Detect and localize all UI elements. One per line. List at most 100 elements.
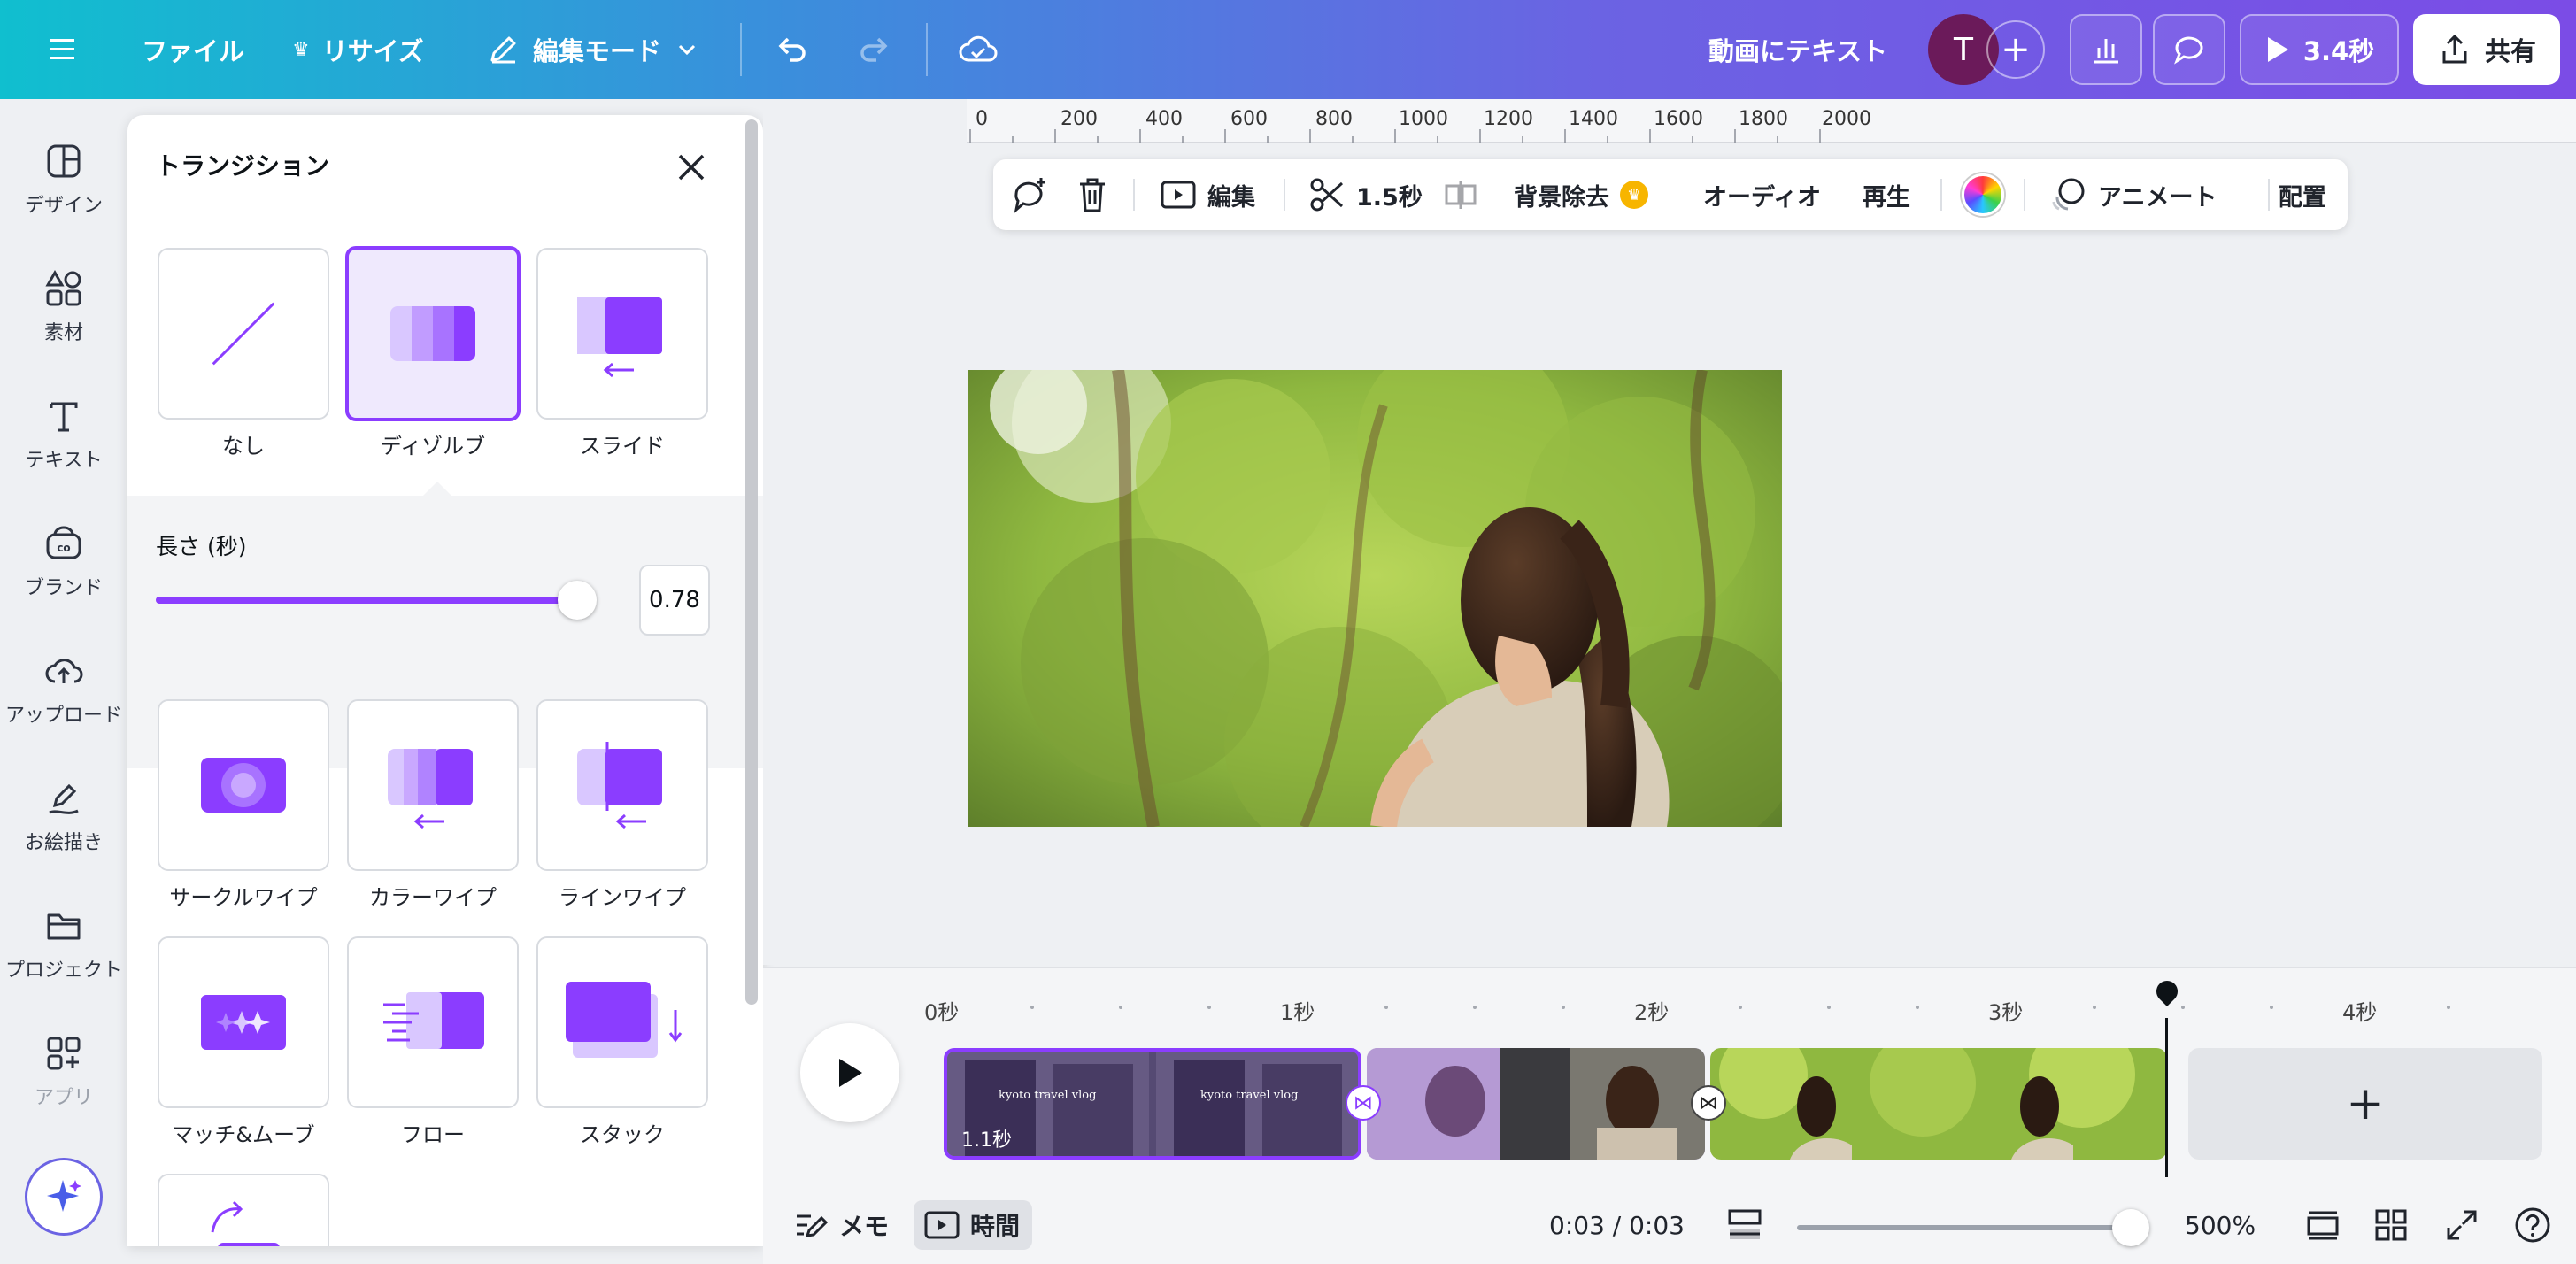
color-adjust-icon[interactable]: [1962, 159, 2004, 230]
crown-icon: ♛: [292, 38, 310, 61]
nav-apps[interactable]: アプリ: [0, 1034, 127, 1149]
transition-none-tile[interactable]: [158, 248, 329, 420]
apps-icon: [47, 1037, 81, 1070]
resize-button[interactable]: ♛ リサイズ: [292, 0, 424, 99]
nav-draw[interactable]: お絵描き: [0, 779, 127, 894]
transition-color-wipe-tile[interactable]: [347, 699, 519, 871]
timeline-clip[interactable]: kyoto travel vlog kyoto travel vlog 1.1秒: [944, 1048, 1361, 1160]
timeline-clip[interactable]: [1710, 1048, 2167, 1160]
edit-video-button[interactable]: 編集: [1160, 159, 1255, 230]
nav-design[interactable]: デザイン: [0, 142, 127, 257]
separator: [1133, 179, 1135, 211]
close-icon[interactable]: [669, 145, 713, 189]
nav-brand[interactable]: co ブランド: [0, 524, 127, 639]
duration-value-input[interactable]: 0.78: [639, 565, 710, 636]
nav-elements[interactable]: 素材: [0, 269, 127, 384]
document-title[interactable]: 動画にテキスト: [1708, 0, 1887, 99]
nav-label: ブランド: [24, 577, 103, 599]
transition-marker-icon[interactable]: ⋈: [1691, 1085, 1726, 1121]
timeline-tick: 3秒: [1988, 1000, 2024, 1025]
play-preview-button[interactable]: 3.4秒: [2240, 14, 2399, 85]
animate-button[interactable]: アニメート: [2048, 159, 2217, 230]
redo-icon[interactable]: [855, 0, 894, 99]
top-bar: ファイル ♛ リサイズ 編集モード 動画にテキスト T + 3.4秒 共有: [0, 0, 2576, 99]
audio-button[interactable]: オーディオ: [1703, 159, 1821, 230]
dissolve-icon: [390, 306, 475, 361]
chevron-down-icon: [678, 44, 696, 56]
tile-label: スタック: [580, 1122, 665, 1147]
animate-icon: [2052, 178, 2085, 211]
tile-label: スライド: [580, 434, 665, 459]
magic-sparkle-button[interactable]: [25, 1158, 103, 1236]
undo-icon[interactable]: [772, 0, 811, 99]
transition-flow-tile[interactable]: [347, 936, 519, 1108]
clip-overlay-text: kyoto travel vlog: [999, 1089, 1097, 1102]
trim-duration-button[interactable]: 1.5秒: [1308, 159, 1423, 230]
grid-view-icon[interactable]: [2374, 1186, 2408, 1264]
video-frame[interactable]: [968, 370, 1782, 827]
nav-label: 素材: [43, 322, 83, 344]
timeline-clip[interactable]: [1367, 1048, 1705, 1160]
transition-dissolve-tile[interactable]: [345, 246, 521, 421]
transition-stack-tile[interactable]: [536, 936, 708, 1108]
zoom-slider-knob[interactable]: [2112, 1209, 2149, 1246]
insights-chart-icon[interactable]: [2070, 14, 2142, 85]
edit-mode-label: 編集モード: [533, 36, 662, 66]
timecode: 0:03 / 0:03: [1549, 1210, 1685, 1240]
duration-slider-fill: [156, 597, 578, 604]
duration-slider-track[interactable]: [156, 581, 598, 620]
nav-projects[interactable]: プロジェクト: [0, 906, 127, 1021]
tick-dot: [2447, 1006, 2450, 1009]
nav-label: アプリ: [34, 1087, 93, 1109]
tick-dot: [1473, 1006, 1477, 1009]
zoom-slider-track[interactable]: [1797, 1225, 2135, 1230]
separator: [1940, 179, 1942, 211]
help-icon[interactable]: [2514, 1186, 2551, 1264]
hamburger-icon[interactable]: [46, 0, 78, 99]
notes-icon: [797, 1214, 829, 1237]
nav-upload[interactable]: アップロード: [0, 651, 127, 767]
file-menu[interactable]: ファイル: [142, 0, 244, 99]
background-remover-button[interactable]: 背景除去 ♛: [1514, 159, 1648, 230]
playback-button[interactable]: 再生: [1863, 159, 1910, 230]
timeline-tick: 1秒: [1280, 1000, 1315, 1025]
transition-circle-wipe-tile[interactable]: [158, 699, 329, 871]
trash-icon[interactable]: [1075, 159, 1110, 230]
share-button[interactable]: 共有: [2413, 14, 2560, 85]
pointer-caret: [423, 482, 451, 496]
playhead[interactable]: [2165, 1018, 2168, 1177]
split-icon[interactable]: [1443, 159, 1478, 230]
timeline-view-icon[interactable]: [1726, 1186, 1763, 1264]
zoom-level[interactable]: 500%: [2185, 1186, 2256, 1264]
duration-slider-knob[interactable]: [558, 581, 598, 620]
cloud-save-icon[interactable]: [956, 0, 1000, 99]
nav-text[interactable]: テキスト: [0, 397, 127, 512]
notes-button[interactable]: メモ: [793, 1186, 889, 1264]
video-icon: [924, 1211, 960, 1239]
time-button[interactable]: 時間: [924, 1186, 1020, 1264]
edit-mode-button[interactable]: 編集モード: [485, 0, 700, 99]
tick-dot: [1827, 1006, 1831, 1009]
transition-more-tile[interactable]: [158, 1174, 329, 1246]
transition-match-move-tile[interactable]: [158, 936, 329, 1108]
fullscreen-icon[interactable]: [2445, 1186, 2479, 1264]
transition-line-wipe-tile[interactable]: [536, 699, 708, 871]
tile-label: なし: [222, 434, 265, 459]
transition-slide-tile[interactable]: [536, 248, 708, 420]
comment-icon[interactable]: [2153, 14, 2225, 85]
arrange-button[interactable]: 配置: [2279, 159, 2326, 230]
transition-marker-icon[interactable]: ⋈: [1346, 1085, 1381, 1121]
add-clip-button[interactable]: +: [2188, 1048, 2542, 1160]
nav-label: プロジェクト: [4, 960, 122, 982]
duration-label: 1.5秒: [1356, 183, 1423, 212]
pages-view-icon[interactable]: [2305, 1186, 2341, 1264]
add-collaborator-plus-icon[interactable]: +: [1986, 20, 2045, 79]
duration-label: 長さ (秒): [156, 534, 247, 559]
ruler: 0 200 400 600 800 1000 1200 1400 1600 18…: [967, 99, 2576, 143]
panel-scrollbar[interactable]: [745, 119, 758, 1005]
play-icon: [2267, 37, 2288, 62]
share-upload-icon: [2442, 34, 2467, 64]
comment-add-icon[interactable]: [1009, 159, 1050, 230]
sparkle-icon: [47, 1180, 81, 1212]
timeline-play-button[interactable]: [800, 1023, 899, 1122]
